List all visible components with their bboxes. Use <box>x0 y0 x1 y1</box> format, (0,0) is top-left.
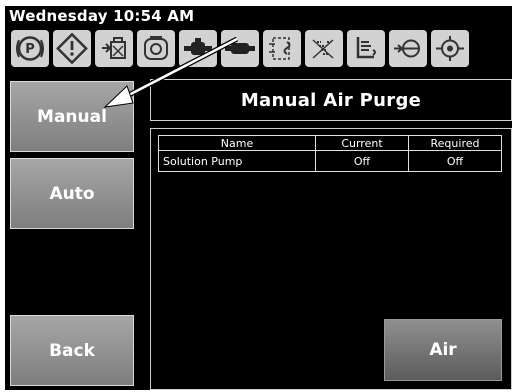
heat-exchanger-icon[interactable] <box>305 30 343 67</box>
purge-panel: Name Current Required Solution Pump Off … <box>150 128 512 390</box>
row-required-cell: Off <box>408 150 502 172</box>
tank-level-icon[interactable] <box>347 30 385 67</box>
solution-pump-icon[interactable] <box>95 30 133 67</box>
table-header-row: Name Current Required <box>158 135 502 151</box>
column-header-name: Name <box>158 135 316 151</box>
motor-icon[interactable] <box>221 30 259 67</box>
engine-icon[interactable] <box>137 30 175 67</box>
pump-icon[interactable] <box>179 30 217 67</box>
column-header-required: Required <box>408 135 502 151</box>
row-name-cell: Solution Pump <box>158 150 316 172</box>
manual-button[interactable]: Manual <box>10 81 134 152</box>
air-button[interactable]: Air <box>384 319 502 381</box>
auto-button[interactable]: Auto <box>10 158 134 229</box>
parking-icon[interactable]: P <box>11 30 49 67</box>
status-table: Name Current Required Solution Pump Off … <box>158 135 502 172</box>
table-row[interactable]: Solution Pump Off Off <box>158 150 502 172</box>
back-button[interactable]: Back <box>10 315 134 386</box>
valve-icon[interactable] <box>389 30 427 67</box>
control-screen: Wednesday 10:54 AM P Manual Auto Back Ma… <box>5 6 512 390</box>
clock: Wednesday 10:54 AM <box>9 7 195 25</box>
row-current-cell: Off <box>315 150 409 172</box>
column-header-current: Current <box>315 135 409 151</box>
blower-icon[interactable] <box>431 30 469 67</box>
svg-text:P: P <box>25 42 35 57</box>
page-title: Manual Air Purge <box>150 79 512 121</box>
warning-diamond-icon[interactable] <box>53 30 91 67</box>
heater-icon[interactable] <box>263 30 301 67</box>
